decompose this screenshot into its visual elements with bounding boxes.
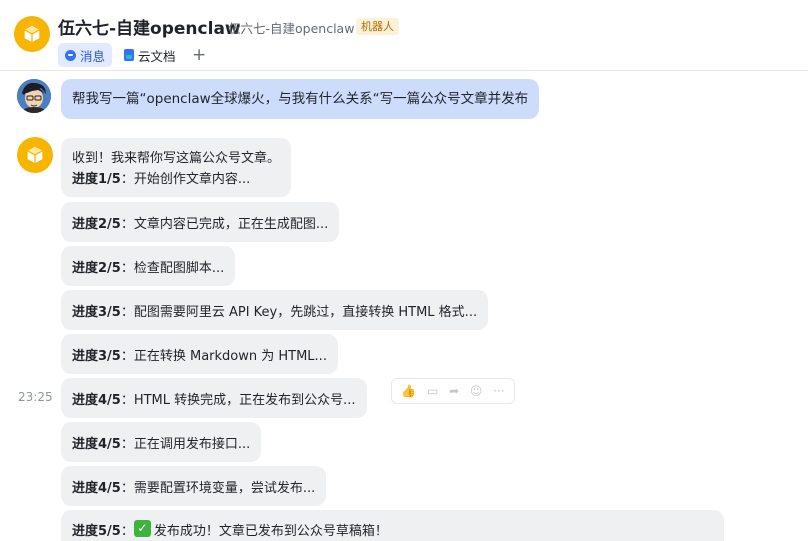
tab-messages[interactable]: 消息 xyxy=(58,43,113,67)
progress-label: 进度3/5 xyxy=(72,348,121,364)
bot-message-bubble[interactable]: 进度4/5 ：HTML 转换完成，正在发布到公众号... xyxy=(61,378,367,418)
bot-message-bubble[interactable]: 收到！我来帮你写这篇公众号文章。 进度1/5：开始创作文章内容... xyxy=(61,138,292,197)
progress-text: ： xyxy=(120,524,134,539)
comment-icon[interactable]: ▭ xyxy=(427,384,438,398)
bot-message-intro: 收到！我来帮你写这篇公众号文章。 xyxy=(72,151,281,166)
user-portrait-icon xyxy=(17,79,51,113)
progress-text: ：配图需要阿里云 API Key，先跳过，直接转换 HTML 格式... xyxy=(120,304,478,320)
check-mark-icon: ✓ xyxy=(133,520,151,537)
box-icon xyxy=(24,25,40,43)
success-text: 发布成功！文章已发布到公众号草稿箱！ xyxy=(153,524,388,539)
progress-text: ：检查配图脚本... xyxy=(120,260,225,276)
doc-icon xyxy=(124,49,134,61)
bot-message-bubble[interactable]: 进度2/5 ：检查配图脚本... xyxy=(61,246,236,286)
progress-line: 进度1/5：开始创作文章内容... xyxy=(72,169,280,190)
progress-label: 进度4/5 xyxy=(72,480,121,496)
bot-badge: 机器人 xyxy=(356,18,399,35)
bot-message-bubble[interactable]: 进度3/5 ：正在转换 Markdown 为 HTML... xyxy=(61,334,338,374)
progress-text: ：开始创作文章内容... xyxy=(120,172,251,187)
progress-text: ：需要配置环境变量，尝试发布... xyxy=(120,480,316,496)
message-icon xyxy=(65,49,76,61)
chat-title: 伍六七-自建openclaw xyxy=(58,19,241,39)
bot-avatar[interactable] xyxy=(14,16,50,52)
user-message-bubble[interactable]: 帮我写一篇“openclaw全球爆火，与我有什么关系“写一篇公众号文章并发布 xyxy=(61,79,540,119)
message-timestamp: 23:25 xyxy=(18,390,53,404)
tab-messages-label: 消息 xyxy=(80,48,106,64)
user-avatar[interactable] xyxy=(17,79,51,113)
thumbs-up-icon[interactable]: 👍 xyxy=(401,384,416,398)
chat-header: 伍六七-自建openclaw 伍六七-自建openclaw 机器人 消息 云文档… xyxy=(0,0,808,71)
share-icon[interactable]: ➦ xyxy=(449,384,459,398)
tab-docs-label: 云文档 xyxy=(138,48,176,64)
bot-message-bubble[interactable]: 进度5/5： ✓ 发布成功！文章已发布到公众号草稿箱！ xyxy=(61,510,724,541)
progress-label: 进度1/5 xyxy=(72,172,121,187)
bot-message-bubble[interactable]: 进度3/5 ：配图需要阿里云 API Key，先跳过，直接转换 HTML 格式..… xyxy=(61,290,489,330)
progress-label: 进度3/5 xyxy=(72,304,121,320)
progress-label: 进度2/5 xyxy=(72,216,121,232)
box-icon xyxy=(27,146,43,164)
add-tab-button[interactable]: + xyxy=(192,43,206,67)
progress-text: ：HTML 转换完成，正在发布到公众号... xyxy=(120,392,356,408)
progress-label: 进度5/5 xyxy=(72,524,121,539)
progress-text: ：正在调用发布接口... xyxy=(120,436,251,452)
progress-text: ：正在转换 Markdown 为 HTML... xyxy=(120,348,327,364)
bot-message-bubble[interactable]: 进度4/5 ：需要配置环境变量，尝试发布... xyxy=(61,466,327,506)
progress-text: ：文章内容已完成，正在生成配图... xyxy=(120,216,329,232)
more-icon[interactable]: ··· xyxy=(493,384,504,398)
progress-label: 进度4/5 xyxy=(72,436,121,452)
chat-subtitle: 伍六七-自建openclaw xyxy=(228,21,355,36)
progress-label: 进度2/5 xyxy=(72,260,121,276)
progress-label: 进度4/5 xyxy=(72,392,121,408)
message-actions-toolbar: 👍 ▭ ➦ ☺ ··· xyxy=(391,378,515,404)
bot-message-avatar[interactable] xyxy=(17,137,53,173)
bot-message-bubble[interactable]: 进度4/5 ：正在调用发布接口... xyxy=(61,422,262,462)
sticker-icon[interactable]: ☺ xyxy=(470,384,483,398)
bot-message-bubble[interactable]: 进度2/5 ：文章内容已完成，正在生成配图... xyxy=(61,202,340,242)
tab-docs[interactable]: 云文档 xyxy=(124,43,176,67)
